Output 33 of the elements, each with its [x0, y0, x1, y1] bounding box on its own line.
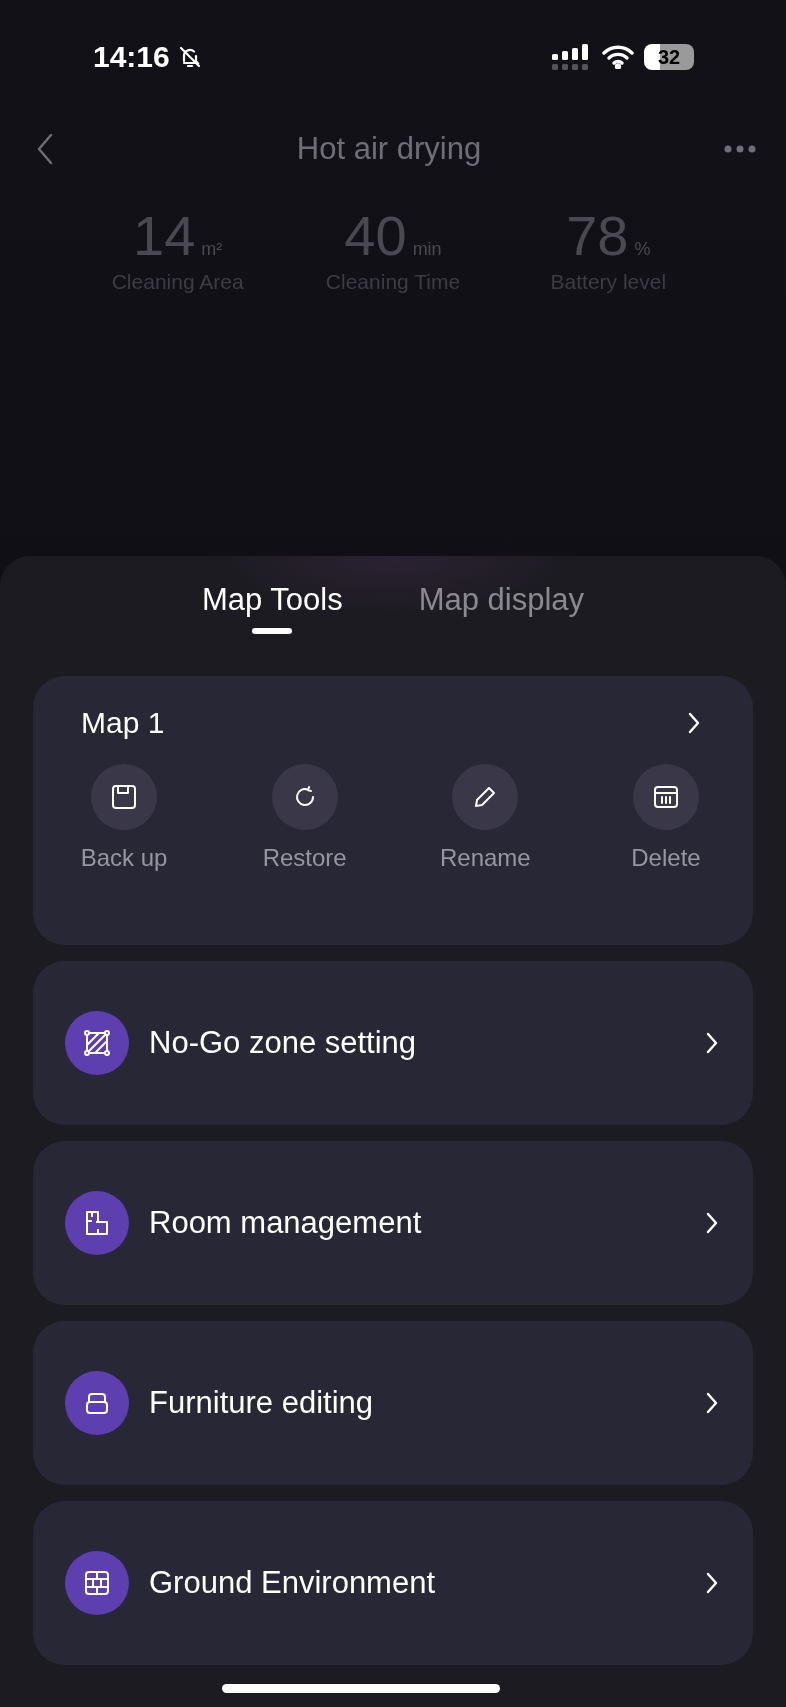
- tab[interactable]: Map display: [418, 576, 585, 634]
- more-icon[interactable]: [724, 144, 756, 154]
- action-label: Back up: [80, 844, 168, 872]
- menu-label: Furniture editing: [149, 1385, 373, 1421]
- tab[interactable]: Map Tools: [201, 576, 343, 634]
- menu-row[interactable]: Furniture editing: [33, 1321, 753, 1485]
- chevron-right-icon: [705, 1031, 719, 1055]
- wifi-icon: [602, 45, 634, 69]
- menu-label: No-Go zone setting: [149, 1025, 417, 1061]
- chevron-right-icon: [705, 1211, 719, 1235]
- stat-value: 78: [566, 203, 629, 268]
- chevron-right-icon: [705, 1391, 719, 1415]
- action-label: Delete: [631, 844, 701, 872]
- stat-value: 40: [344, 203, 407, 268]
- menu-label: Room management: [149, 1205, 422, 1241]
- menu-row[interactable]: No-Go zone setting: [33, 961, 753, 1125]
- stat-unit: %: [634, 239, 651, 260]
- action-label: Rename: [439, 844, 531, 872]
- chevron-right-icon: [705, 1571, 719, 1595]
- chevron-right-icon[interactable]: [687, 711, 701, 735]
- menu-label: Ground Environment: [149, 1565, 436, 1601]
- stat-unit: min: [412, 239, 442, 260]
- muted-bell-icon: [177, 45, 202, 69]
- action-label: Restore: [262, 844, 347, 872]
- menu-row[interactable]: Room management: [33, 1141, 753, 1305]
- calendar-icon: [651, 783, 680, 811]
- stat-value: 14: [133, 203, 196, 268]
- page-title: Hot air drying: [296, 131, 482, 167]
- back-icon[interactable]: [36, 133, 54, 165]
- menu-row[interactable]: Ground Environment: [33, 1501, 753, 1665]
- status-time: 14:16: [93, 40, 170, 74]
- map-title: Map 1: [81, 706, 165, 740]
- stat-unit: m²: [201, 239, 223, 260]
